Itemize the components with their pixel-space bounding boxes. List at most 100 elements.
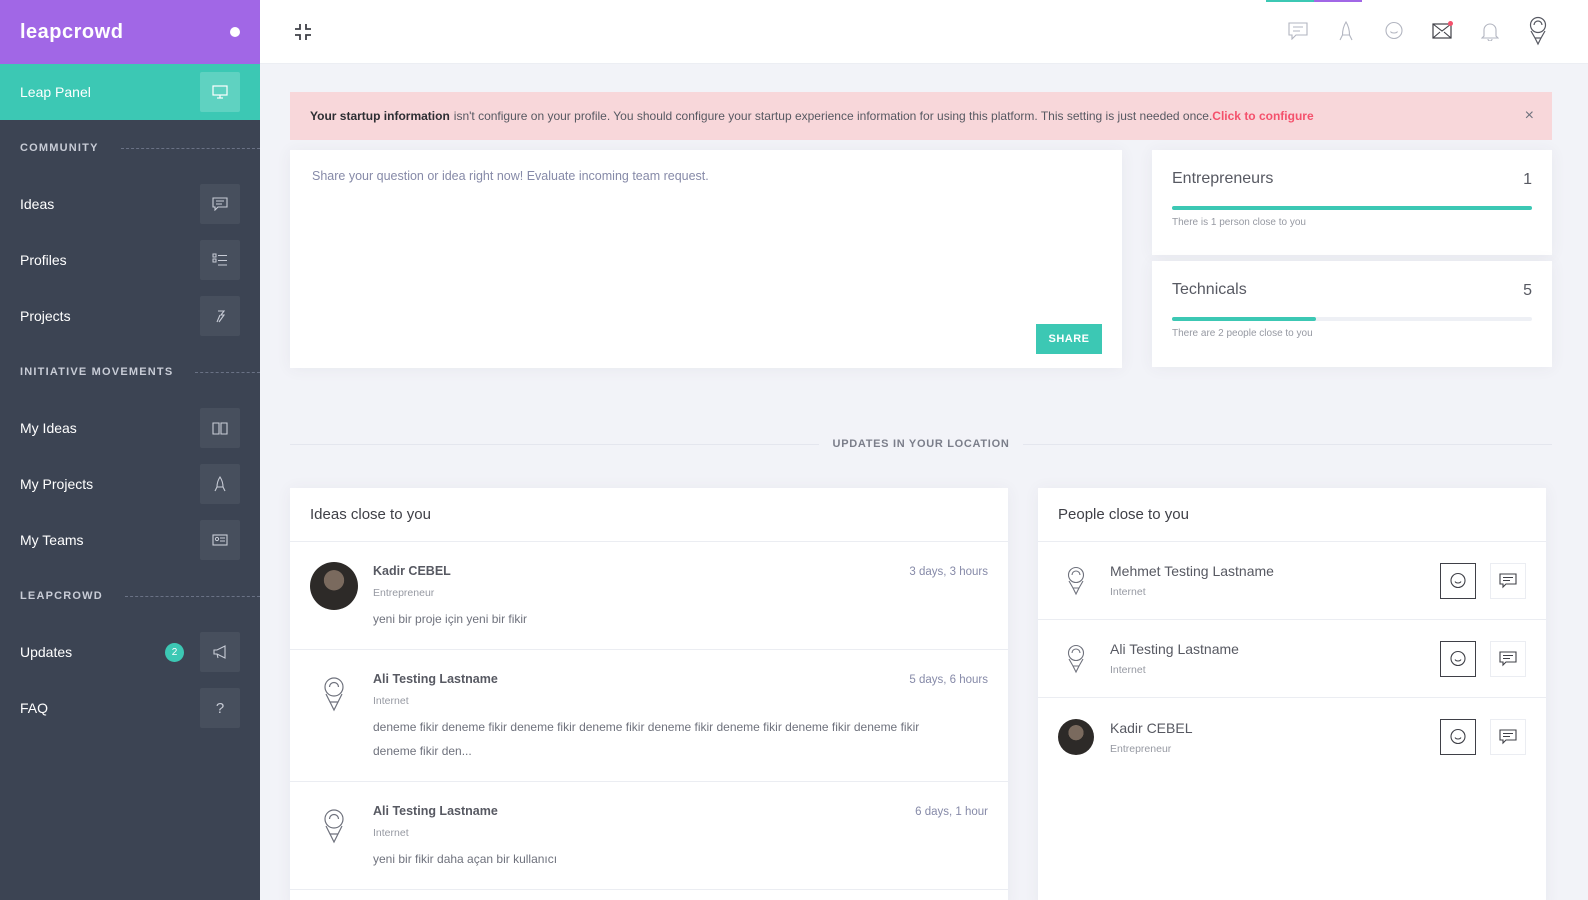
topbar-actions	[1286, 16, 1550, 46]
section-label: COMMUNITY	[20, 142, 99, 154]
stat-progress-bar	[1172, 206, 1532, 210]
stat-subtitle: There are 2 people close to you	[1172, 328, 1313, 339]
idea-time: 6 days, 1 hour	[915, 806, 988, 818]
share-idea-input[interactable]: Share your question or idea right now! E…	[312, 169, 709, 183]
startup-info-alert: Your startup information isn't configure…	[290, 92, 1552, 140]
sidebar-item-faq[interactable]: FAQ ?	[0, 680, 260, 736]
mail-icon[interactable]	[1430, 16, 1454, 46]
ideas-panel: Ideas close to you Kadir CEBEL Entrepren…	[290, 488, 1008, 900]
notification-dot	[1448, 21, 1453, 26]
person-name[interactable]: Mehmet Testing Lastname	[1110, 563, 1426, 579]
updates-count-badge: 2	[165, 642, 184, 662]
stat-progress-fill	[1172, 206, 1532, 210]
sidebar-item-profiles[interactable]: Profiles	[0, 232, 260, 288]
pin-icon	[200, 296, 240, 336]
updates-divider: UPDATES IN YOUR LOCATION	[290, 434, 1553, 454]
compress-icon[interactable]	[292, 21, 314, 43]
stat-title: Technicals	[1172, 281, 1247, 298]
sidebar: leapcrowd Leap Panel COMMUNITY Ideas Pro…	[0, 0, 260, 900]
section-divider	[195, 371, 260, 373]
idea-author-role: Internet	[373, 695, 409, 707]
idea-author[interactable]: Ali Testing Lastname	[373, 672, 988, 686]
location-pin-icon	[310, 802, 358, 850]
message-icon[interactable]	[1490, 562, 1526, 599]
book-icon	[200, 408, 240, 448]
idea-text: yeni bir fikir daha açan bir kullanıcı	[373, 852, 558, 866]
chat-smile-icon[interactable]	[1382, 16, 1406, 46]
stat-count: 1	[1523, 171, 1532, 188]
section-community: COMMUNITY	[0, 120, 260, 176]
messages-icon[interactable]	[1286, 16, 1310, 46]
location-pin-icon	[310, 670, 358, 718]
sidebar-item-label: Projects	[20, 308, 71, 324]
sidebar-item-leap-panel[interactable]: Leap Panel	[0, 64, 260, 120]
user-profile-icon[interactable]	[1526, 16, 1550, 46]
person-role: Entrepreneur	[1110, 742, 1172, 755]
person-role: Internet	[1110, 586, 1146, 598]
message-icon[interactable]	[1490, 719, 1526, 755]
idea-author-role: Internet	[373, 827, 409, 839]
question-icon: ?	[200, 688, 240, 728]
share-idea-card[interactable]: Share your question or idea right now! E…	[290, 150, 1122, 368]
stat-progress-fill	[1172, 317, 1316, 321]
person-name[interactable]: Kadir CEBEL	[1110, 720, 1426, 736]
idea-author[interactable]: Ali Testing Lastname	[373, 804, 988, 818]
sidebar-item-label: My Teams	[20, 532, 84, 548]
idea-time: 3 days, 3 hours	[909, 566, 988, 578]
sidebar-item-my-projects[interactable]: My Projects	[0, 456, 260, 512]
list-icon	[200, 240, 240, 280]
idea-item[interactable]: Ali Testing Lastname Internet yeni bir f…	[290, 782, 1008, 890]
idea-item[interactable]: Kadir CEBEL Entrepreneur yeni bir proje …	[290, 542, 1008, 650]
monitor-icon	[200, 72, 240, 112]
person-name[interactable]: Ali Testing Lastname	[1110, 641, 1426, 657]
person-row[interactable]: Kadir CEBEL Entrepreneur	[1038, 698, 1546, 776]
section-divider	[124, 595, 260, 597]
bell-icon[interactable]	[1478, 16, 1502, 46]
entrepreneurs-stat-card: Entrepreneurs 1 There is 1 person close …	[1152, 150, 1552, 255]
brand-logo[interactable]: leapcrowd	[20, 21, 123, 44]
chat-smile-icon[interactable]	[1440, 640, 1476, 677]
sidebar-item-updates[interactable]: Updates 2	[0, 624, 260, 680]
sidebar-toggle-dot[interactable]	[230, 27, 240, 37]
avatar	[310, 562, 358, 610]
message-icon[interactable]	[1490, 640, 1526, 677]
brand-bar: leapcrowd	[0, 0, 260, 64]
idea-item[interactable]: Ali Testing Lastname Internet deneme fik…	[290, 650, 1008, 782]
panel-title: Ideas close to you	[290, 488, 1008, 542]
avatar	[1058, 719, 1094, 755]
sidebar-item-label: My Projects	[20, 476, 94, 492]
sidebar-item-projects[interactable]: Projects	[0, 288, 260, 344]
section-divider	[120, 147, 260, 149]
sidebar-item-label: Updates	[20, 644, 73, 660]
close-icon[interactable]: ×	[1525, 107, 1534, 125]
configure-link[interactable]: Click to configure	[1212, 109, 1313, 123]
person-row[interactable]: Ali Testing Lastname Internet	[1038, 620, 1546, 698]
active-tab-indicator	[1266, 0, 1362, 2]
main-content: Your startup information isn't configure…	[290, 92, 1553, 900]
chat-smile-icon[interactable]	[1440, 562, 1476, 599]
idea-text: deneme fikir deneme fikir deneme fikir d…	[373, 720, 920, 758]
sidebar-item-label: FAQ	[20, 700, 49, 716]
chat-smile-icon[interactable]	[1440, 719, 1476, 755]
sidebar-item-ideas[interactable]: Ideas	[0, 176, 260, 232]
updates-section-label: UPDATES IN YOUR LOCATION	[832, 438, 1010, 450]
share-button[interactable]: SHARE	[1036, 324, 1102, 354]
divider-line	[290, 443, 819, 445]
stat-progress-bar	[1172, 317, 1532, 321]
chat-icon	[200, 184, 240, 224]
idea-time: 5 days, 6 hours	[909, 674, 988, 686]
person-row[interactable]: Mehmet Testing Lastname Internet	[1038, 542, 1546, 620]
section-label: INITIATIVE MOVEMENTS	[20, 366, 174, 378]
alert-strong-text: Your startup information	[310, 109, 450, 123]
idea-author[interactable]: Kadir CEBEL	[373, 564, 988, 578]
idea-text: yeni bir proje için yeni bir fikir	[373, 612, 528, 626]
sidebar-item-label: Leap Panel	[20, 84, 91, 100]
sidebar-item-my-teams[interactable]: My Teams	[0, 512, 260, 568]
rocket-icon[interactable]	[1334, 16, 1358, 46]
person-role: Internet	[1110, 664, 1146, 676]
section-leapcrowd: LEAPCROWD	[0, 568, 260, 624]
alert-text: isn't configure on your profile. You sho…	[453, 109, 1213, 123]
people-panel: People close to you Mehmet Testing Lastn…	[1038, 488, 1546, 900]
sidebar-item-label: Ideas	[20, 196, 55, 212]
sidebar-item-my-ideas[interactable]: My Ideas	[0, 400, 260, 456]
